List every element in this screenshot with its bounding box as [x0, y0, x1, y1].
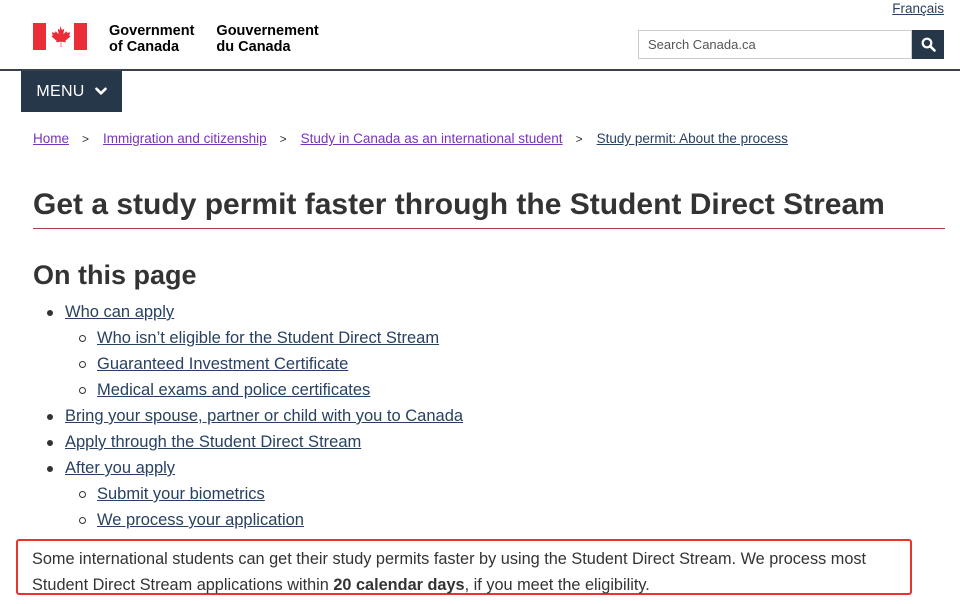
intro-line-1: Some international students can get thei…: [32, 550, 867, 568]
page-title: Get a study permit faster through the St…: [33, 188, 885, 221]
breadcrumb-study-permit[interactable]: Study permit: About the process: [597, 131, 788, 148]
language-toggle-link[interactable]: Français: [892, 1, 944, 16]
breadcrumb-separator: >: [575, 132, 583, 146]
intro-text-end: , if you meet the eligibility.: [464, 576, 650, 594]
brand-english-line1: Government: [109, 23, 195, 39]
breadcrumb-study-in-canada[interactable]: Study in Canada as an international stud…: [301, 131, 563, 148]
toc-item: Medical exams and police certificates: [33, 378, 463, 404]
toc-link-bring-family[interactable]: Bring your spouse, partner or child with…: [65, 407, 463, 425]
toc-link-gic[interactable]: Guaranteed Investment Certificate: [97, 355, 348, 373]
breadcrumb-separator: >: [279, 132, 287, 146]
title-underline: [33, 228, 945, 229]
toc-item: Guaranteed Investment Certificate: [33, 352, 463, 378]
on-this-page-heading: On this page: [33, 260, 197, 290]
search-button[interactable]: [912, 30, 944, 59]
toc-item: Who can apply: [33, 300, 463, 326]
toc-link-medical-exams[interactable]: Medical exams and police certificates: [97, 381, 370, 399]
breadcrumb-separator: >: [82, 132, 90, 146]
intro-text: Student Direct Stream applications withi…: [32, 576, 334, 594]
toc-link-not-eligible[interactable]: Who isn’t eligible for the Student Direc…: [97, 329, 439, 347]
menu-button[interactable]: MENU: [21, 71, 122, 112]
brand-french-line1: Gouvernement: [216, 23, 319, 39]
government-of-canada-signature[interactable]: Government of Canada Gouvernement du Can…: [33, 23, 319, 55]
brand-french-line2: du Canada: [216, 39, 291, 55]
toc-item: Apply through the Student Direct Stream: [33, 430, 463, 456]
search-input[interactable]: [638, 30, 912, 59]
canada-flag-icon: [33, 23, 87, 50]
menu-label: MENU: [36, 82, 85, 100]
brand-english-line2: of Canada: [109, 39, 180, 55]
toc-item: Submit your biometrics: [33, 482, 463, 508]
toc-link-after-you-apply[interactable]: After you apply: [65, 459, 175, 477]
table-of-contents: Who can apply Who isn’t eligible for the…: [33, 300, 463, 534]
toc-link-apply[interactable]: Apply through the Student Direct Stream: [65, 433, 361, 451]
toc-link-biometrics[interactable]: Submit your biometrics: [97, 485, 265, 503]
highlighted-intro-paragraph: Some international students can get thei…: [16, 539, 912, 595]
chevron-down-icon: [94, 87, 107, 95]
search-icon: [921, 37, 936, 52]
brand-french: Gouvernement du Canada: [216, 23, 318, 55]
breadcrumb: Home > Immigration and citizenship > Stu…: [33, 131, 788, 148]
header-divider: [0, 69, 960, 71]
toc-link-we-process[interactable]: We process your application: [97, 511, 304, 529]
brand-english: Government of Canada: [109, 23, 194, 55]
site-search: [638, 30, 944, 59]
toc-item: Bring your spouse, partner or child with…: [33, 404, 463, 430]
toc-link-who-can-apply[interactable]: Who can apply: [65, 303, 174, 321]
processing-time: 20 calendar days: [333, 576, 465, 594]
toc-item: Who isn’t eligible for the Student Direc…: [33, 326, 463, 352]
breadcrumb-home[interactable]: Home: [33, 131, 69, 148]
toc-item: After you apply: [33, 456, 463, 482]
toc-item: We process your application: [33, 508, 463, 534]
breadcrumb-immigration[interactable]: Immigration and citizenship: [103, 131, 267, 148]
intro-line-2: Student Direct Stream applications withi…: [32, 572, 896, 598]
